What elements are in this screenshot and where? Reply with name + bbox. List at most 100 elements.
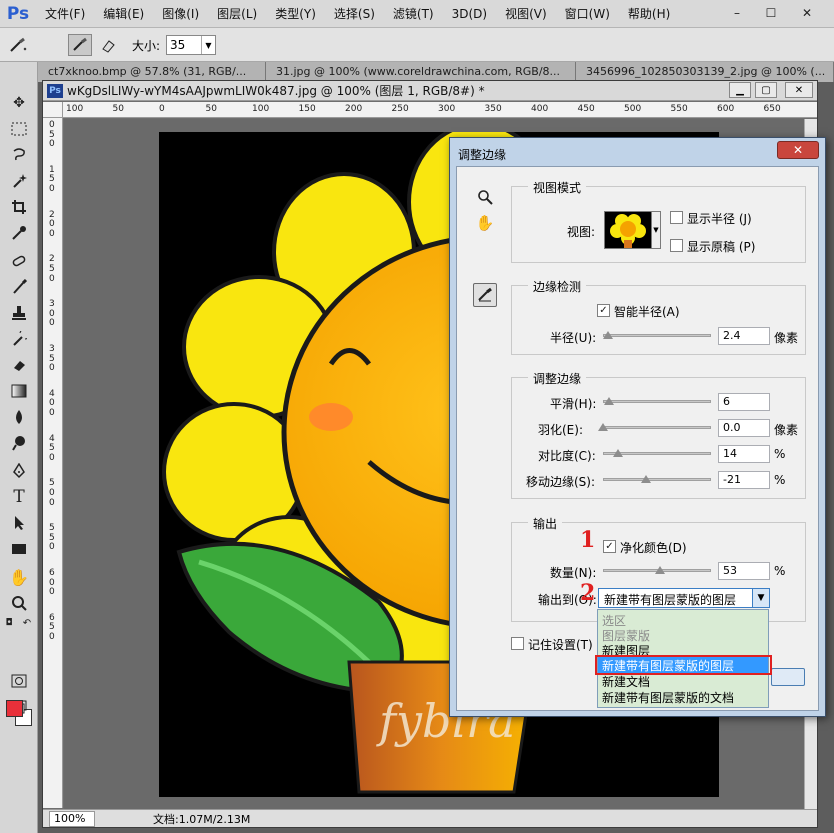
brush-size-value[interactable]: 35 [167, 36, 201, 54]
vertical-ruler[interactable]: 050150200250300350400450500550600650 [43, 118, 63, 808]
view-mode-dropdown-icon[interactable]: ▼ [652, 211, 661, 249]
smart-radius-checkbox[interactable]: ✓ [597, 304, 610, 317]
ruler-v-tick: 6 [49, 568, 55, 578]
menu-window[interactable]: 窗口(W) [556, 0, 619, 28]
horizontal-ruler[interactable]: 100 50 0 50 100 150 200 250 300 350 400 450 500 550 60… [63, 102, 817, 118]
magic-wand-tool-icon[interactable] [7, 170, 31, 192]
brush-tool-icon[interactable] [7, 276, 31, 298]
ruler-v-tick: 0 [49, 398, 55, 409]
history-brush-tool-icon[interactable] [7, 328, 31, 350]
smooth-input[interactable]: 6 [718, 393, 770, 411]
menu-view[interactable]: 视图(V) [496, 0, 556, 28]
ruler-h-tick: 100 [252, 104, 270, 114]
dodge-tool-icon[interactable] [7, 432, 31, 454]
smooth-slider[interactable] [603, 400, 711, 403]
contrast-input[interactable]: 14 [718, 445, 770, 463]
hand-tool-icon[interactable]: ✋ [7, 566, 31, 588]
output-to-select[interactable]: 新建带有图层蒙版的图层 ▼ [598, 588, 770, 608]
shift-edge-input[interactable]: -21 [718, 471, 770, 489]
ruler-h-tick: 500 [624, 104, 642, 114]
feather-input[interactable]: 0.0 [718, 419, 770, 437]
ruler-origin[interactable] [43, 102, 63, 118]
output-title: 输出 [528, 515, 563, 532]
zoom-tool-icon[interactable] [7, 592, 31, 614]
decontaminate-colors-checkbox[interactable]: ✓ [603, 540, 616, 553]
gradient-tool-icon[interactable] [7, 380, 31, 402]
refine-radius-tool-icon[interactable] [473, 283, 497, 307]
view-mode-thumbnail[interactable] [604, 211, 652, 249]
menu-image[interactable]: 图像(I) [153, 0, 208, 28]
document-size-info[interactable]: 文档:1.07M/2.13M [153, 811, 250, 827]
marquee-tool-icon[interactable] [7, 118, 31, 140]
show-radius-checkbox[interactable] [670, 211, 683, 224]
refine-radius-brush-icon[interactable] [68, 34, 92, 56]
menu-3d[interactable]: 3D(D) [443, 0, 496, 28]
default-colors-icon[interactable]: ◘ [2, 616, 16, 630]
foreground-color-swatch[interactable] [6, 700, 23, 717]
chevron-down-icon[interactable]: ▼ [752, 589, 769, 607]
refine-radius-tool-icon[interactable] [6, 34, 30, 56]
amount-slider-thumb[interactable] [655, 566, 666, 574]
ruler-h-tick: 250 [391, 104, 409, 114]
eraser-tool-icon[interactable] [7, 354, 31, 376]
smooth-label: 平滑(H): [550, 397, 597, 411]
feather-slider-thumb[interactable] [598, 423, 608, 431]
type-tool-icon[interactable]: T [7, 486, 31, 508]
annotation-step-1: 1 [580, 527, 596, 553]
minimize-icon[interactable]: – [726, 4, 748, 22]
doc-maximize-icon[interactable]: ▢ [755, 82, 777, 98]
annotation-step-2: 2 [580, 580, 596, 606]
erase-refinements-icon[interactable] [96, 34, 120, 56]
swap-colors-icon[interactable]: ↶ [20, 616, 34, 630]
healing-brush-tool-icon[interactable] [7, 250, 31, 272]
eyedropper-tool-icon[interactable] [7, 222, 31, 244]
crop-tool-icon[interactable] [7, 196, 31, 218]
option-new-document[interactable]: 新建文档 [602, 673, 650, 690]
show-original-checkbox[interactable] [670, 239, 683, 252]
rectangle-tool-icon[interactable] [7, 538, 31, 560]
lasso-tool-icon[interactable] [7, 144, 31, 166]
menu-filter[interactable]: 滤镜(T) [384, 0, 443, 28]
hand-icon[interactable]: ✋ [473, 211, 497, 235]
zoom-level-field[interactable]: 100% [49, 810, 95, 827]
amount-input[interactable]: 53 [718, 562, 770, 580]
tab-document-2[interactable]: 31.jpg @ 100% (www.coreldrawchina.com, R… [266, 62, 576, 82]
blur-tool-icon[interactable] [7, 406, 31, 428]
tab-document-1[interactable]: ct7xknoo.bmp @ 57.8% (31, RGB/... [38, 62, 266, 82]
maximize-icon[interactable]: ☐ [760, 4, 782, 22]
menu-help[interactable]: 帮助(H) [619, 0, 679, 28]
feather-slider[interactable] [603, 426, 711, 429]
dialog-close-button[interactable]: ✕ [777, 141, 819, 159]
menu-edit[interactable]: 编辑(E) [94, 0, 153, 28]
move-tool-icon[interactable]: ✥ [7, 92, 31, 114]
pen-tool-icon[interactable] [7, 460, 31, 482]
ok-button[interactable] [771, 668, 805, 686]
radius-slider-thumb[interactable] [603, 331, 614, 339]
doc-close-icon[interactable]: ✕ [785, 82, 813, 98]
smooth-slider-thumb[interactable] [604, 397, 615, 405]
shift-edge-slider[interactable] [603, 478, 711, 481]
quick-mask-icon[interactable] [7, 670, 31, 692]
remember-settings-checkbox[interactable] [511, 637, 524, 650]
dialog-title-bar[interactable]: 调整边缘 ✕ [450, 138, 825, 166]
chevron-down-icon[interactable]: ▼ [201, 36, 215, 54]
ruler-v-tick: 0 [49, 542, 55, 553]
path-selection-tool-icon[interactable] [7, 512, 31, 534]
shift-edge-slider-thumb[interactable] [640, 475, 651, 483]
menu-select[interactable]: 选择(S) [325, 0, 384, 28]
contrast-unit: % [774, 447, 786, 461]
brush-size-picker[interactable]: 35 ▼ [166, 35, 216, 55]
radius-slider[interactable] [603, 334, 711, 337]
doc-minimize-icon[interactable]: ▁ [729, 82, 751, 98]
menu-layer[interactable]: 图层(L) [208, 0, 266, 28]
tab-document-3[interactable]: 3456996_102850303139_2.jpg @ 100% (... [576, 62, 834, 82]
menu-file[interactable]: 文件(F) [36, 0, 94, 28]
close-app-icon[interactable]: ✕ [796, 4, 818, 22]
clone-stamp-tool-icon[interactable] [7, 302, 31, 324]
contrast-slider-thumb[interactable] [613, 449, 624, 457]
option-new-document-with-mask[interactable]: 新建带有图层蒙版的文档 [602, 689, 734, 706]
zoom-icon[interactable] [473, 185, 497, 209]
radius-input[interactable]: 2.4 [718, 327, 770, 345]
document-title-bar[interactable]: Ps wKgDslLIWy-wYM4sAAJpwmLIW0k487.jpg @ … [43, 81, 817, 101]
menu-type[interactable]: 类型(Y) [266, 0, 325, 28]
